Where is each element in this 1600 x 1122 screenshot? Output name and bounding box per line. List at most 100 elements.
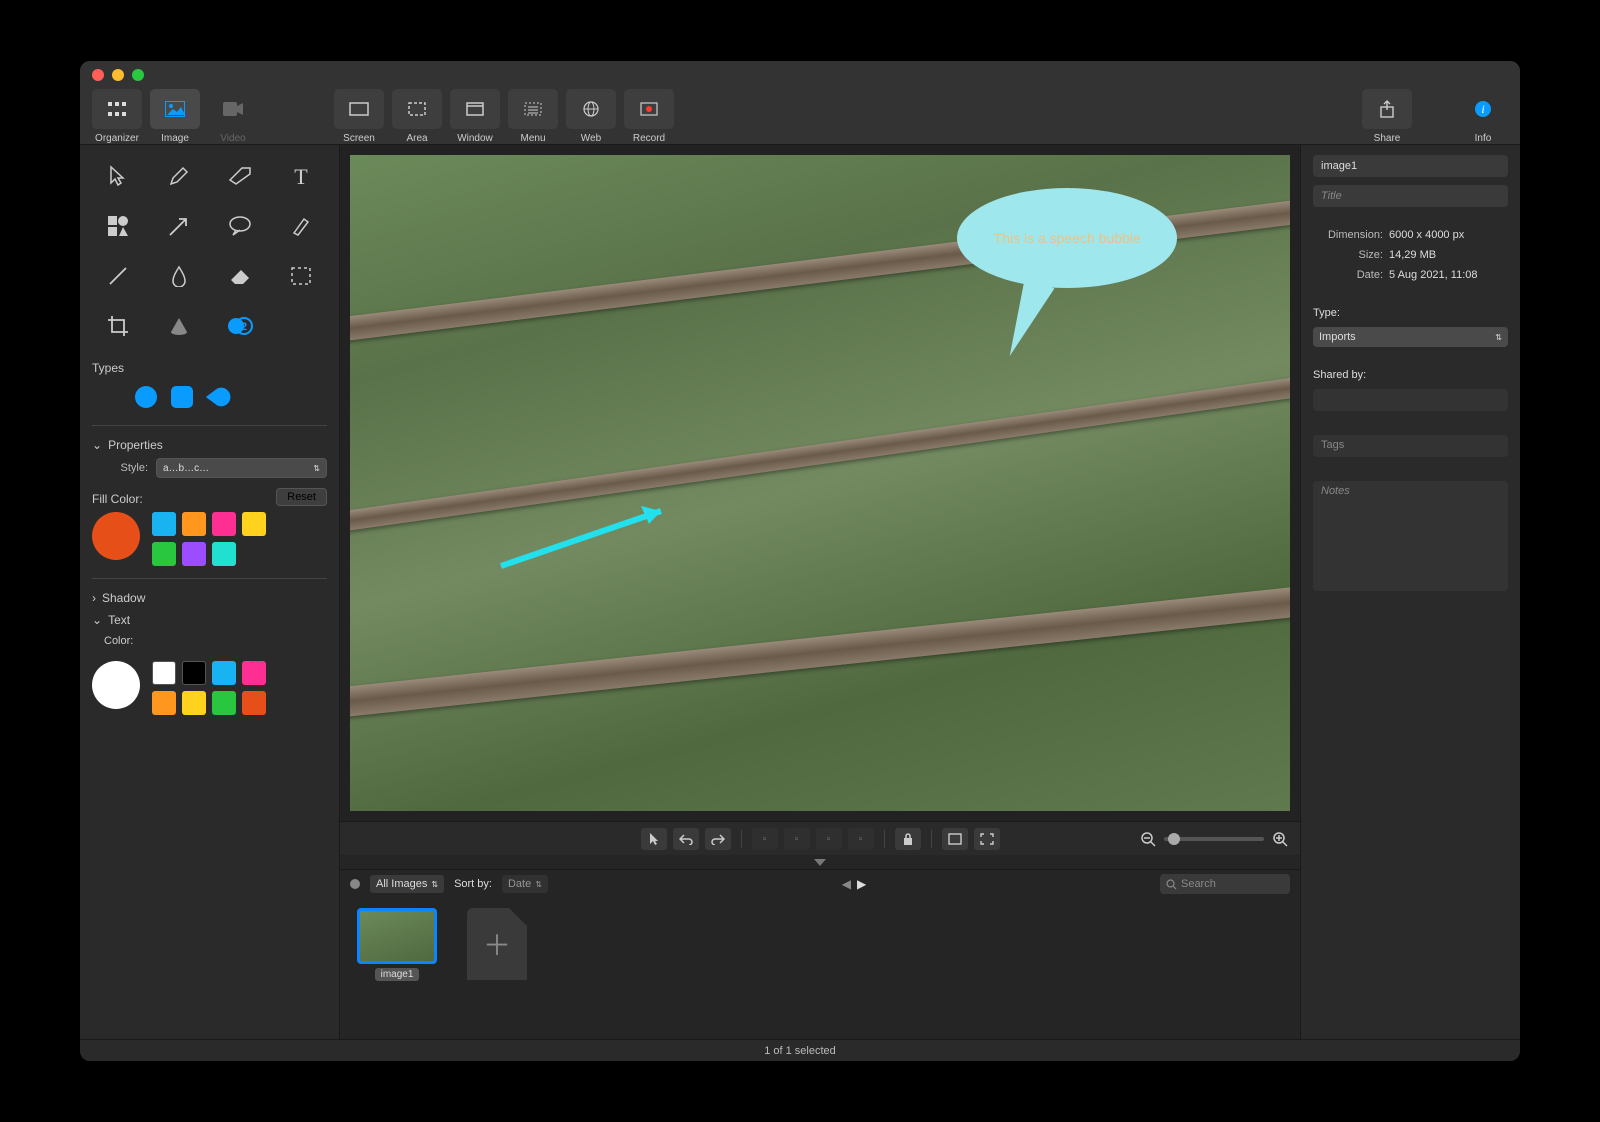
swatch[interactable]	[212, 512, 236, 536]
shape-teardrop[interactable]	[204, 383, 232, 411]
title-field[interactable]: Title	[1313, 185, 1508, 207]
video-button[interactable]	[208, 89, 258, 129]
selection-rect-tool[interactable]	[274, 255, 327, 297]
zoom-in-icon[interactable]	[1272, 831, 1288, 847]
highlighter-tool[interactable]	[274, 205, 327, 247]
swatch[interactable]	[152, 691, 176, 715]
filter-dropdown[interactable]: All Images ⇅	[370, 875, 444, 893]
record-button[interactable]	[624, 89, 674, 129]
sort-dropdown[interactable]: Date ⇅	[502, 875, 548, 893]
swatch[interactable]	[212, 542, 236, 566]
swatch[interactable]	[182, 542, 206, 566]
step-tool[interactable]: 2	[214, 305, 267, 347]
shared-by-field[interactable]	[1313, 389, 1508, 411]
pen-tool[interactable]	[153, 155, 206, 197]
text-header[interactable]: ⌄ Text	[92, 613, 327, 627]
tags-field[interactable]: Tags	[1313, 435, 1508, 457]
crop-tool[interactable]	[92, 305, 145, 347]
swatch[interactable]	[152, 661, 176, 685]
swatch[interactable]	[182, 661, 206, 685]
canvas-toolbar: ▫ ▫ ▫ ▫	[340, 821, 1300, 855]
swatch[interactable]	[182, 512, 206, 536]
arrow-annotation[interactable]	[491, 496, 691, 576]
style-select[interactable]: a…b…c… ⇅	[156, 458, 327, 478]
callout-tool[interactable]	[214, 205, 267, 247]
marker-tool[interactable]	[214, 155, 267, 197]
screen-capture-button[interactable]	[334, 89, 384, 129]
fullscreen-button[interactable]	[974, 828, 1000, 850]
select-tool[interactable]	[92, 155, 145, 197]
share-button[interactable]	[1362, 89, 1412, 129]
zoom-thumb[interactable]	[1168, 833, 1180, 845]
prev-button[interactable]: ◀	[842, 877, 851, 891]
search-input[interactable]: Search	[1160, 874, 1290, 894]
area-capture-button[interactable]	[392, 89, 442, 129]
zoom-out-icon[interactable]	[1140, 831, 1156, 847]
swatch[interactable]	[152, 542, 176, 566]
swatch[interactable]	[152, 512, 176, 536]
swatch[interactable]	[242, 661, 266, 685]
canvas-area: This is a speech bubble	[340, 145, 1300, 821]
date-label: Date:	[1313, 269, 1383, 281]
thumbnail-label: image1	[375, 968, 420, 981]
reset-button[interactable]: Reset	[276, 488, 327, 506]
area-label: Area	[406, 133, 427, 144]
lock-button[interactable]	[895, 828, 921, 850]
divider	[92, 578, 327, 579]
thumbnail-image	[357, 908, 437, 964]
fill-current-swatch[interactable]	[92, 512, 140, 560]
redo-button[interactable]	[705, 828, 731, 850]
zoom-slider[interactable]	[1164, 837, 1264, 841]
shadow-header[interactable]: › Shadow	[92, 591, 327, 605]
chevron-updown-icon: ⇅	[535, 880, 542, 889]
menu-capture-button[interactable]	[508, 89, 558, 129]
text-tool[interactable]: T	[274, 155, 327, 197]
next-button[interactable]: ▶	[857, 877, 866, 891]
swatch[interactable]	[182, 691, 206, 715]
shared-label: Shared by:	[1313, 369, 1366, 381]
swatch[interactable]	[212, 661, 236, 685]
filter-dot-icon[interactable]	[350, 879, 360, 889]
window-close-button[interactable]	[92, 69, 104, 81]
canvas-pointer-button[interactable]	[641, 828, 667, 850]
pane-divider[interactable]	[340, 855, 1300, 869]
menu-icon	[523, 100, 543, 118]
swatch[interactable]	[242, 691, 266, 715]
window-minimize-button[interactable]	[112, 69, 124, 81]
name-field[interactable]: image1	[1313, 155, 1508, 177]
blur-tool[interactable]	[153, 255, 206, 297]
organizer-button[interactable]	[92, 89, 142, 129]
svg-text:i: i	[1481, 102, 1484, 116]
line-tool[interactable]	[92, 255, 145, 297]
thumbnail-item[interactable]: image1	[354, 908, 440, 981]
tags-placeholder: Tags	[1321, 439, 1344, 451]
undo-button[interactable]	[673, 828, 699, 850]
notes-field[interactable]: Notes	[1313, 481, 1508, 591]
window-zoom-button[interactable]	[132, 69, 144, 81]
shape-rounded-square[interactable]	[168, 383, 196, 411]
type-select[interactable]: Imports ⇅	[1313, 327, 1508, 347]
window-icon	[465, 100, 485, 118]
shapes-tool[interactable]	[92, 205, 145, 247]
fit-button[interactable]	[942, 828, 968, 850]
info-button[interactable]: i	[1458, 89, 1508, 129]
properties-header[interactable]: ⌄ Properties	[92, 438, 327, 452]
cone-tool[interactable]	[153, 305, 206, 347]
tool-grid: T 2	[92, 155, 327, 347]
arrow-tool[interactable]	[153, 205, 206, 247]
window-capture-button[interactable]	[450, 89, 500, 129]
chevron-right-icon: ›	[92, 591, 96, 605]
speech-bubble-annotation[interactable]: This is a speech bubble	[957, 188, 1177, 288]
disabled-button: ▫	[816, 828, 842, 850]
add-image-button[interactable]: ＋	[454, 908, 540, 980]
speech-bubble-tail	[992, 275, 1055, 361]
web-capture-button[interactable]	[566, 89, 616, 129]
image-button[interactable]	[150, 89, 200, 129]
swatch[interactable]	[242, 512, 266, 536]
canvas[interactable]: This is a speech bubble	[350, 155, 1290, 811]
shape-circle[interactable]	[132, 383, 160, 411]
shape-types	[132, 383, 327, 411]
text-current-swatch[interactable]	[92, 661, 140, 709]
swatch[interactable]	[212, 691, 236, 715]
eraser-tool[interactable]	[214, 255, 267, 297]
